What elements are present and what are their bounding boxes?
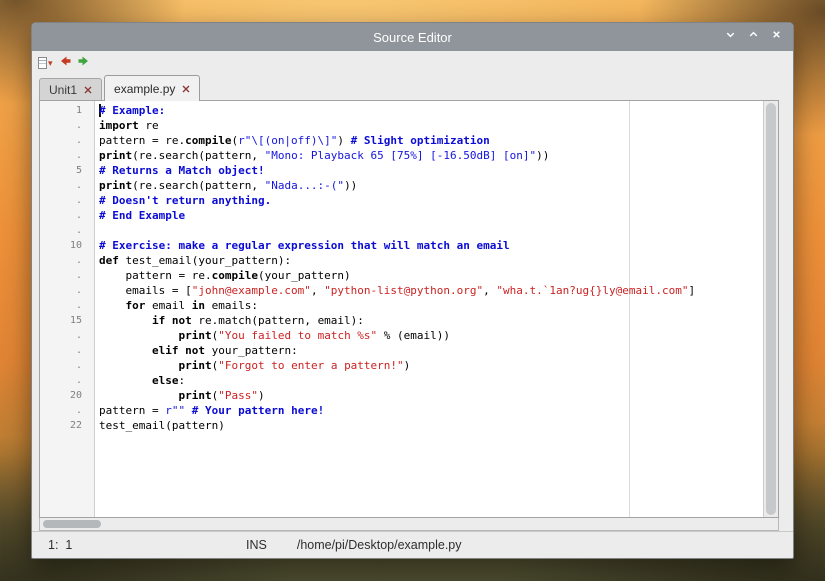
chevron-up-icon: [747, 28, 760, 46]
tab-close-icon[interactable]: [182, 82, 190, 96]
window-titlebar[interactable]: Source Editor: [32, 23, 793, 51]
tab-label: example.py: [114, 82, 175, 96]
code-line[interactable]: elif not your_pattern:: [99, 343, 763, 358]
code-line[interactable]: import re: [99, 118, 763, 133]
code-line[interactable]: print("You failed to match %s" % (email)…: [99, 328, 763, 343]
chevron-down-icon: [724, 28, 737, 46]
close-icon: [770, 28, 783, 46]
tab-example-py[interactable]: example.py: [104, 75, 200, 101]
gutter-line-number: .: [40, 343, 82, 358]
code-line[interactable]: if not re.match(pattern, email):: [99, 313, 763, 328]
editor-zone: 1...5....10....15....20.22 # Example:imp…: [39, 100, 779, 531]
minimize-button[interactable]: [722, 29, 739, 46]
window-title: Source Editor: [373, 30, 452, 45]
back-arrow-icon: [58, 54, 72, 73]
gutter-line-number: .: [40, 223, 82, 238]
gutter-line-number: 20: [40, 388, 82, 403]
code-line[interactable]: print("Pass"): [99, 388, 763, 403]
insert-mode-indicator: INS: [246, 538, 267, 552]
status-bar: 1: 1 INS /home/pi/Desktop/example.py: [32, 531, 793, 558]
gutter-line-number: .: [40, 283, 82, 298]
code-line[interactable]: pattern = re.compile(r"\[(on|off)\]") # …: [99, 133, 763, 148]
gutter-line-number: .: [40, 328, 82, 343]
gutter-line-number: .: [40, 178, 82, 193]
unit-page-icon: [38, 57, 47, 69]
code-line[interactable]: test_email(pattern): [99, 418, 763, 433]
tab-unit1[interactable]: Unit1: [39, 78, 102, 100]
vertical-scrollbar[interactable]: [763, 101, 778, 517]
code-line[interactable]: # Example:: [99, 103, 763, 118]
gutter-line-number: .: [40, 133, 82, 148]
tab-label: Unit1: [49, 83, 77, 97]
gutter-line-number: .: [40, 268, 82, 283]
gutter-line-number: 15: [40, 313, 82, 328]
editor-panel: 1...5....10....15....20.22 # Example:imp…: [39, 100, 779, 518]
code-line[interactable]: # Doesn't return anything.: [99, 193, 763, 208]
tab-close-icon[interactable]: [84, 83, 92, 97]
gutter-line-number: .: [40, 373, 82, 388]
cursor-position: 1: 1: [48, 538, 78, 552]
editor-tabbar: Unit1 example.py: [32, 73, 793, 100]
unit-switch-button[interactable]: ▾: [38, 55, 53, 71]
code-line[interactable]: # Returns a Match object!: [99, 163, 763, 178]
horizontal-scrollbar[interactable]: [39, 518, 779, 531]
code-line[interactable]: # End Example: [99, 208, 763, 223]
code-line[interactable]: def test_email(your_pattern):: [99, 253, 763, 268]
gutter-line-number: .: [40, 253, 82, 268]
code-line[interactable]: else:: [99, 373, 763, 388]
gutter-line-number: 1: [40, 103, 82, 118]
dropdown-caret-icon: ▾: [48, 59, 53, 68]
gutter-line-number: 22: [40, 418, 82, 433]
window-controls: [722, 23, 785, 51]
gutter-line-number: .: [40, 148, 82, 163]
code-area[interactable]: # Example:import repattern = re.compile(…: [95, 101, 763, 517]
gutter-line-number: .: [40, 358, 82, 373]
gutter-line-number: .: [40, 298, 82, 313]
file-path: /home/pi/Desktop/example.py: [297, 538, 462, 552]
code-line[interactable]: emails = ["john@example.com", "python-li…: [99, 283, 763, 298]
code-line[interactable]: print(re.search(pattern, "Mono: Playback…: [99, 148, 763, 163]
gutter-line-number: 5: [40, 163, 82, 178]
gutter-line-number: .: [40, 118, 82, 133]
gutter-line-number: .: [40, 208, 82, 223]
gutter-line-number: .: [40, 193, 82, 208]
gutter[interactable]: 1...5....10....15....20.22: [40, 101, 95, 517]
vertical-scrollbar-thumb[interactable]: [766, 103, 776, 515]
close-button[interactable]: [768, 29, 785, 46]
maximize-button[interactable]: [745, 29, 762, 46]
jump-back-button[interactable]: [58, 55, 72, 71]
desktop-background: Source Editor: [0, 0, 825, 581]
code-line[interactable]: # Exercise: make a regular expression th…: [99, 238, 763, 253]
gutter-line-number: 10: [40, 238, 82, 253]
code-line[interactable]: [99, 223, 763, 238]
code-line[interactable]: pattern = r"" # Your pattern here!: [99, 403, 763, 418]
code-line[interactable]: print(re.search(pattern, "Nada...:-(")): [99, 178, 763, 193]
editor-toolbar: ▾: [32, 51, 793, 73]
code-lines: # Example:import repattern = re.compile(…: [95, 101, 763, 433]
code-line[interactable]: for email in emails:: [99, 298, 763, 313]
jump-forward-button[interactable]: [77, 55, 91, 71]
horizontal-scrollbar-thumb[interactable]: [43, 520, 101, 528]
code-line[interactable]: print("Forgot to enter a pattern!"): [99, 358, 763, 373]
source-editor-window: Source Editor: [31, 22, 794, 559]
code-line[interactable]: pattern = re.compile(your_pattern): [99, 268, 763, 283]
gutter-line-number: .: [40, 403, 82, 418]
forward-arrow-icon: [77, 54, 91, 73]
